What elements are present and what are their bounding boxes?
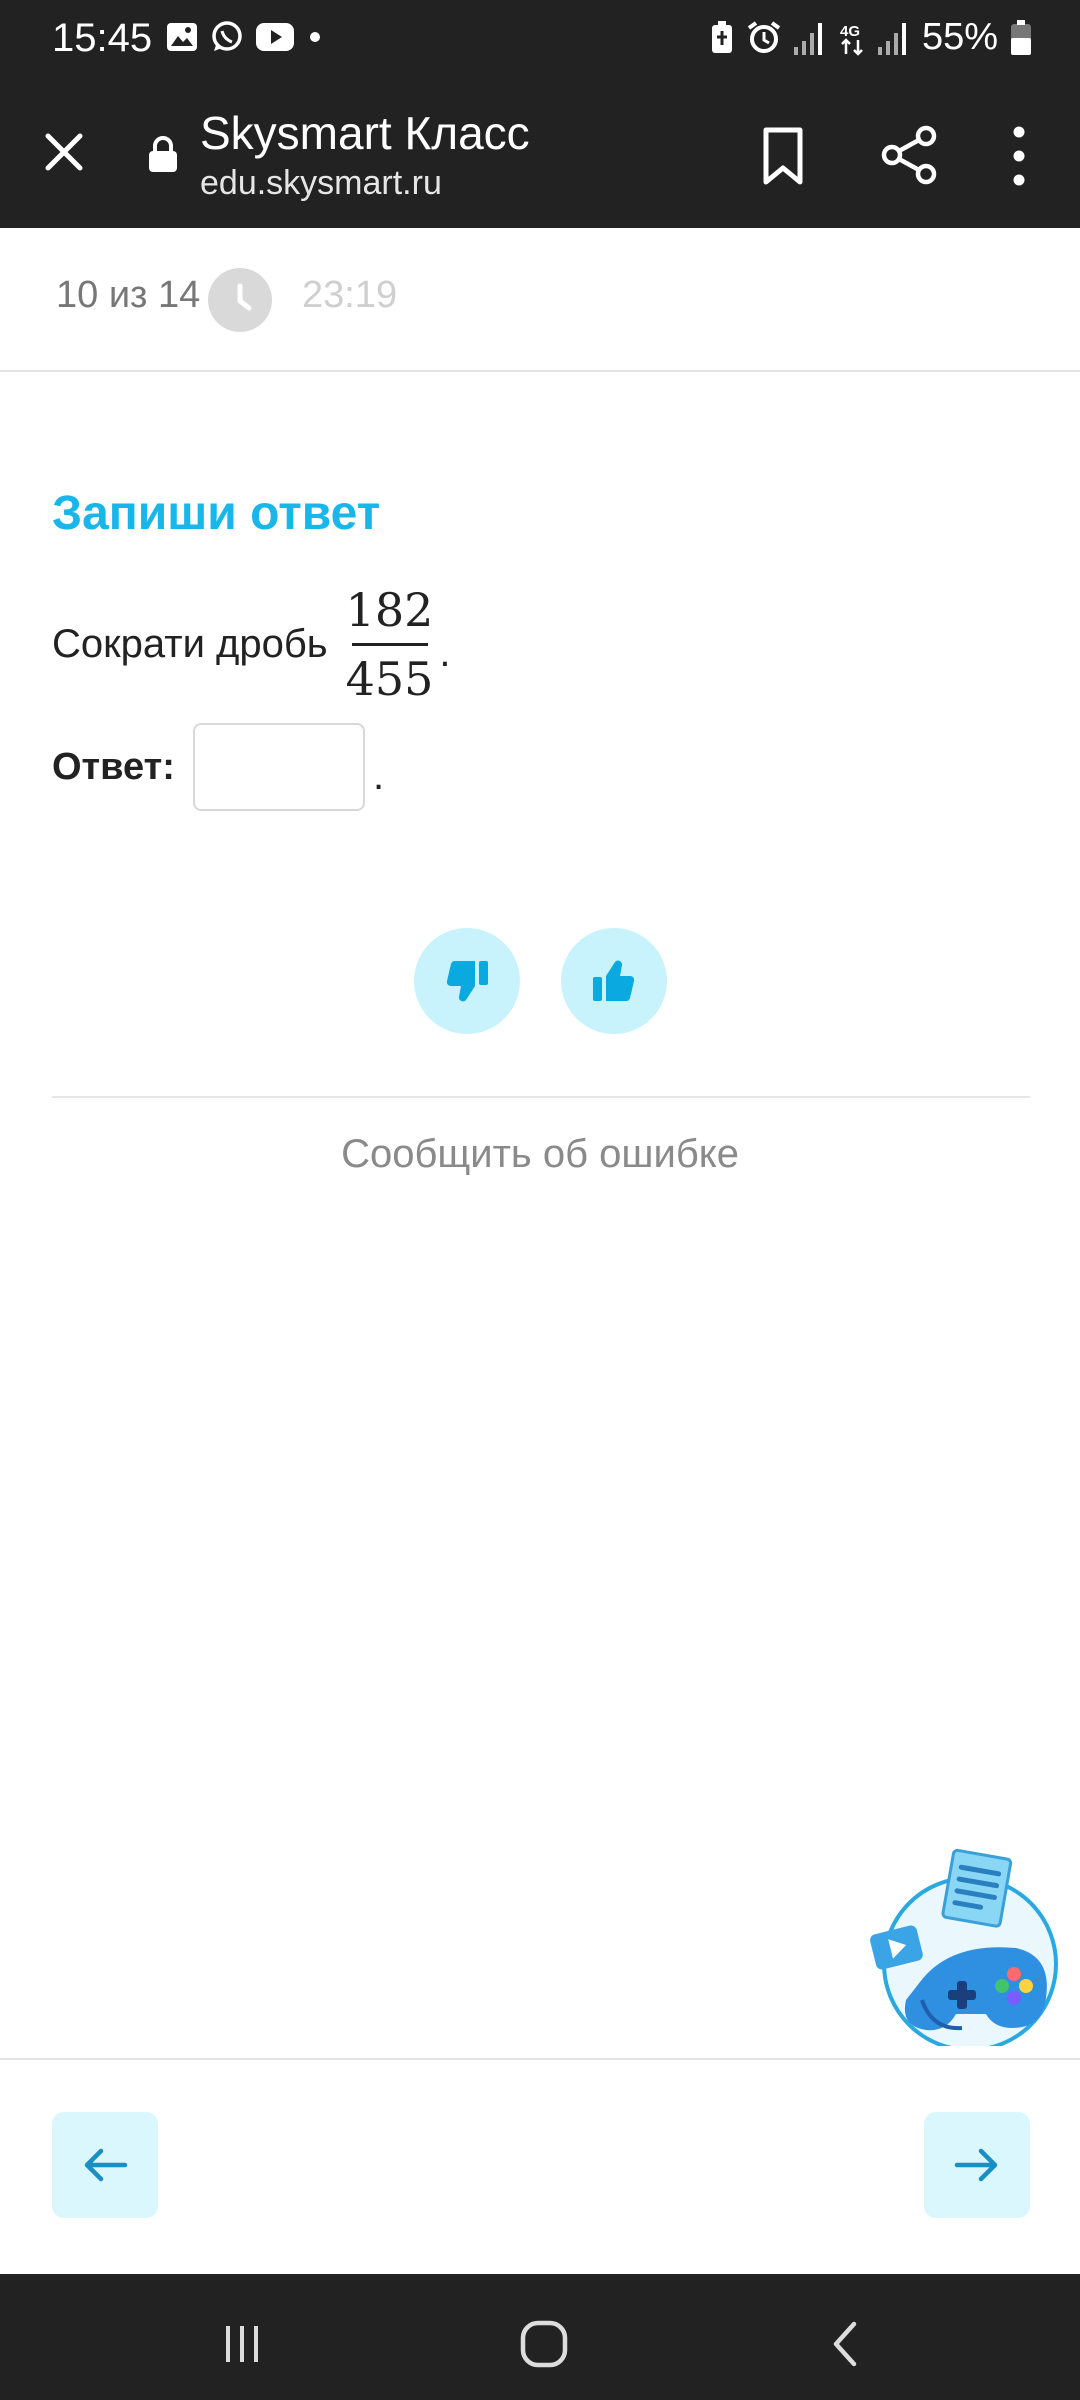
alarm-icon xyxy=(747,20,781,53)
statement-punct: . xyxy=(439,630,451,675)
bookmark-icon[interactable] xyxy=(758,126,808,186)
task-statement: Сократи дробь 182 455 . xyxy=(52,582,451,706)
signal-icon xyxy=(793,22,822,55)
battery-saver-icon xyxy=(711,20,732,53)
prev-question-button[interactable] xyxy=(52,2112,158,2218)
svg-text:4G: 4G xyxy=(840,23,860,40)
arrow-right-icon xyxy=(954,2148,998,2182)
lock-icon xyxy=(149,136,177,172)
timer: 23:19 xyxy=(302,274,398,316)
recents-icon xyxy=(226,2326,258,2362)
back-button[interactable] xyxy=(816,2314,876,2374)
answer-row: Ответ: . xyxy=(52,722,384,812)
recents-button[interactable] xyxy=(212,2314,272,2374)
thumbs-up-icon xyxy=(593,960,635,1002)
dislike-button[interactable] xyxy=(414,928,520,1034)
close-icon[interactable] xyxy=(40,128,88,176)
signal-icon xyxy=(877,22,906,55)
home-icon xyxy=(520,2320,568,2368)
share-icon[interactable] xyxy=(878,124,940,186)
fraction-denominator: 455 xyxy=(345,651,434,706)
thumbs-down-icon xyxy=(446,960,488,1002)
back-icon xyxy=(833,2321,857,2367)
4g-icon: 4G xyxy=(840,23,863,56)
whatsapp-icon xyxy=(212,21,242,51)
status-bar: 15:45 4G 55% xyxy=(0,0,1080,82)
question-counter: 10 из 14 xyxy=(56,274,201,316)
bottom-divider xyxy=(0,2058,1080,2060)
clock-icon xyxy=(208,268,272,332)
answer-label: Ответ: xyxy=(52,745,175,788)
gallery-icon xyxy=(167,23,197,51)
status-time: 15:45 xyxy=(52,16,153,60)
progress-header: 10 из 14 23:19 xyxy=(0,228,1080,372)
system-nav-bar xyxy=(0,2274,1080,2400)
next-question-button[interactable] xyxy=(924,2112,1030,2218)
youtube-icon xyxy=(256,23,294,51)
dot-icon xyxy=(310,32,320,42)
browser-toolbar: Skysmart Класс edu.skysmart.ru xyxy=(0,82,1080,228)
game-widget-button[interactable] xyxy=(864,1846,1060,2052)
task-text: Сократи дробь xyxy=(52,621,328,666)
like-button[interactable] xyxy=(561,928,667,1034)
game-controller-icon xyxy=(870,1848,1058,2052)
page-url[interactable]: edu.skysmart.ru xyxy=(200,164,442,203)
fraction: 182 455 xyxy=(344,583,436,706)
answer-input[interactable] xyxy=(192,723,365,811)
more-vert-icon[interactable] xyxy=(1006,124,1032,188)
home-button[interactable] xyxy=(514,2314,574,2374)
report-error-link[interactable]: Сообщить об ошибке xyxy=(0,1132,1080,1177)
answer-punct: . xyxy=(372,753,385,798)
battery-percent: 55% xyxy=(921,16,998,58)
task-heading: Запиши ответ xyxy=(52,487,381,540)
arrow-left-icon xyxy=(84,2148,128,2182)
notification-icons xyxy=(166,20,324,54)
page-title: Skysmart Класс xyxy=(200,107,530,159)
battery-icon xyxy=(1011,19,1031,55)
divider xyxy=(52,1096,1030,1098)
system-status: 4G 55% xyxy=(710,16,1032,59)
fraction-numerator: 182 xyxy=(345,582,434,637)
